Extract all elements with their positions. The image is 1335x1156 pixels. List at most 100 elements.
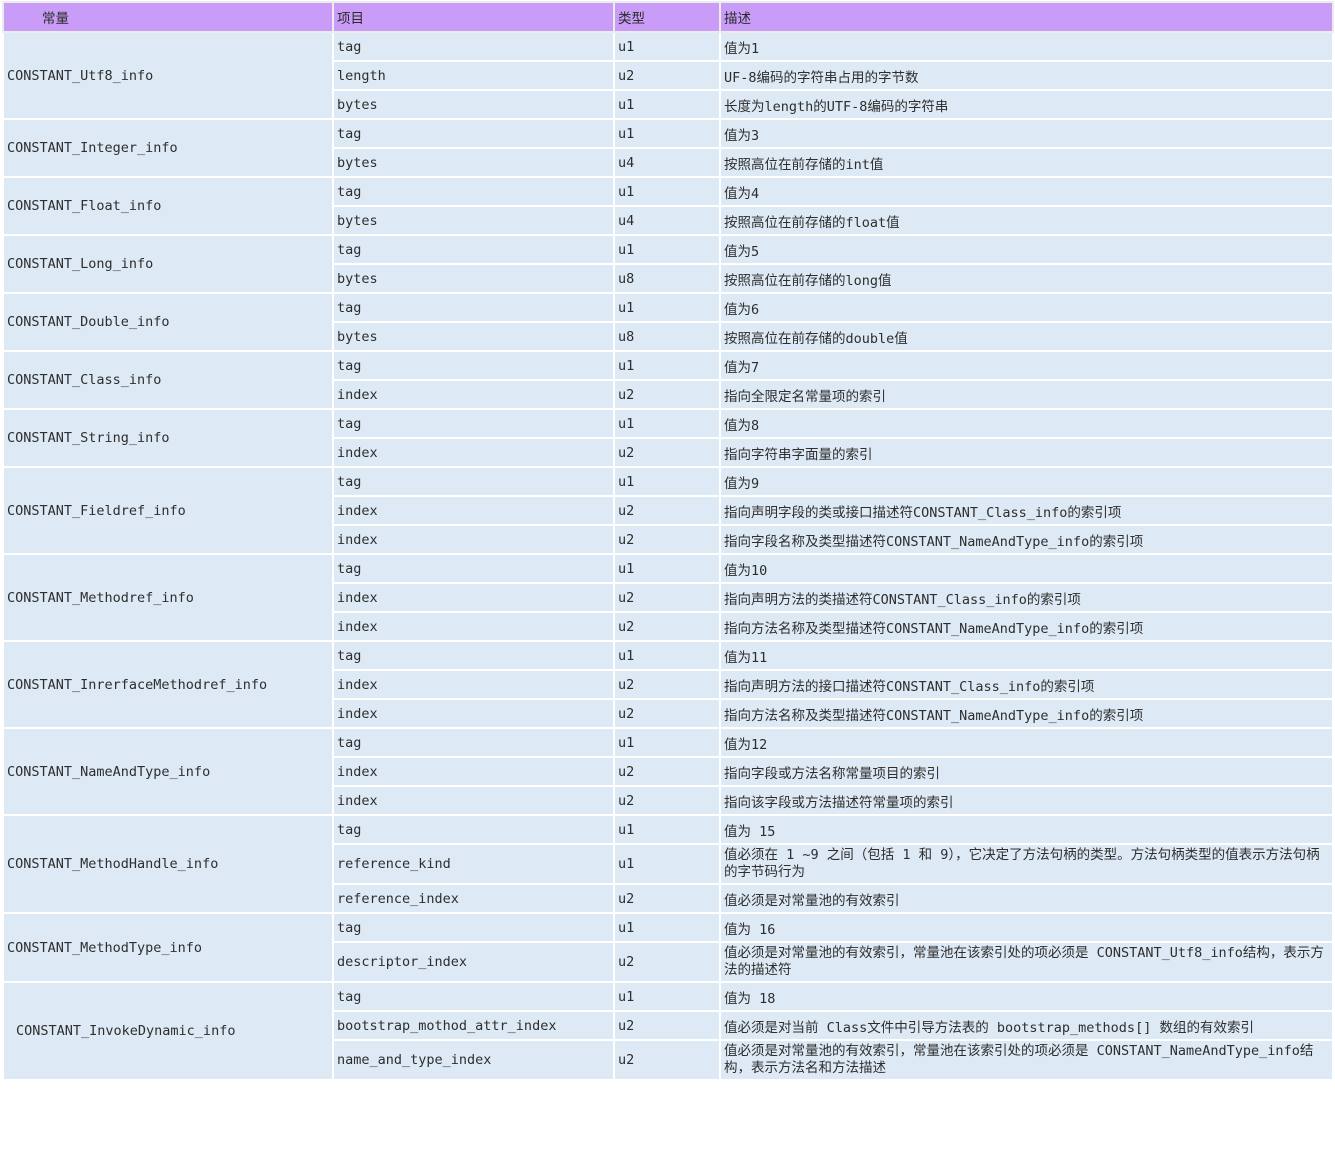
item-cell[interactable]: index: [332, 669, 615, 700]
constant-name-cell[interactable]: CONSTANT_Integer_info: [2, 118, 334, 178]
item-cell[interactable]: tag: [332, 912, 615, 943]
type-cell[interactable]: u2: [613, 1039, 721, 1081]
description-cell[interactable]: 值为12: [719, 727, 1334, 758]
constant-name-cell[interactable]: CONSTANT_InvokeDynamic_info: [2, 981, 334, 1081]
constant-name-cell[interactable]: CONSTANT_Double_info: [2, 292, 334, 352]
header-type[interactable]: 类型: [613, 1, 721, 33]
type-cell[interactable]: u1: [613, 292, 721, 323]
type-cell[interactable]: u1: [613, 31, 721, 62]
item-cell[interactable]: tag: [332, 234, 615, 265]
type-cell[interactable]: u1: [613, 814, 721, 845]
description-cell[interactable]: 指向声明方法的接口描述符CONSTANT_Class_info的索引项: [719, 669, 1334, 700]
description-cell[interactable]: 按照高位在前存储的double值: [719, 321, 1334, 352]
type-cell[interactable]: u2: [613, 611, 721, 642]
type-cell[interactable]: u2: [613, 669, 721, 700]
item-cell[interactable]: tag: [332, 292, 615, 323]
type-cell[interactable]: u1: [613, 350, 721, 381]
item-cell[interactable]: tag: [332, 727, 615, 758]
description-cell[interactable]: 指向声明字段的类或接口描述符CONSTANT_Class_info的索引项: [719, 495, 1334, 526]
item-cell[interactable]: bootstrap_mothod_attr_index: [332, 1010, 615, 1041]
type-cell[interactable]: u1: [613, 843, 721, 885]
description-cell[interactable]: 按照高位在前存储的float值: [719, 205, 1334, 236]
constant-name-cell[interactable]: CONSTANT_MethodHandle_info: [2, 814, 334, 914]
type-cell[interactable]: u2: [613, 941, 721, 983]
type-cell[interactable]: u8: [613, 263, 721, 294]
type-cell[interactable]: u2: [613, 379, 721, 410]
constant-name-cell[interactable]: CONSTANT_MethodType_info: [2, 912, 334, 983]
constant-name-cell[interactable]: CONSTANT_Fieldref_info: [2, 466, 334, 555]
description-cell[interactable]: 指向字段或方法名称常量项目的索引: [719, 756, 1334, 787]
description-cell[interactable]: 值为 15: [719, 814, 1334, 845]
type-cell[interactable]: u4: [613, 147, 721, 178]
item-cell[interactable]: tag: [332, 31, 615, 62]
constant-name-cell[interactable]: CONSTANT_Utf8_info: [2, 31, 334, 120]
item-cell[interactable]: bytes: [332, 205, 615, 236]
description-cell[interactable]: 值为7: [719, 350, 1334, 381]
item-cell[interactable]: tag: [332, 640, 615, 671]
item-cell[interactable]: name_and_type_index: [332, 1039, 615, 1081]
description-cell[interactable]: 值为1: [719, 31, 1334, 62]
description-cell[interactable]: 值为3: [719, 118, 1334, 149]
type-cell[interactable]: u1: [613, 408, 721, 439]
type-cell[interactable]: u2: [613, 437, 721, 468]
description-cell[interactable]: 指向方法名称及类型描述符CONSTANT_NameAndType_info的索引…: [719, 611, 1334, 642]
description-cell[interactable]: 指向全限定名常量项的索引: [719, 379, 1334, 410]
item-cell[interactable]: index: [332, 756, 615, 787]
item-cell[interactable]: index: [332, 611, 615, 642]
description-cell[interactable]: 值为6: [719, 292, 1334, 323]
item-cell[interactable]: index: [332, 524, 615, 555]
type-cell[interactable]: u2: [613, 60, 721, 91]
item-cell[interactable]: reference_index: [332, 883, 615, 914]
item-cell[interactable]: index: [332, 437, 615, 468]
description-cell[interactable]: 值为5: [719, 234, 1334, 265]
item-cell[interactable]: index: [332, 785, 615, 816]
type-cell[interactable]: u2: [613, 524, 721, 555]
item-cell[interactable]: bytes: [332, 321, 615, 352]
description-cell[interactable]: 长度为length的UTF-8编码的字符串: [719, 89, 1334, 120]
item-cell[interactable]: tag: [332, 553, 615, 584]
header-item[interactable]: 项目: [332, 1, 615, 33]
item-cell[interactable]: tag: [332, 466, 615, 497]
description-cell[interactable]: 值为9: [719, 466, 1334, 497]
type-cell[interactable]: u1: [613, 176, 721, 207]
constant-name-cell[interactable]: CONSTANT_Methodref_info: [2, 553, 334, 642]
description-cell[interactable]: 值必须是对当前 Class文件中引导方法表的 bootstrap_methods…: [719, 1010, 1334, 1041]
description-cell[interactable]: 值为10: [719, 553, 1334, 584]
constant-name-cell[interactable]: CONSTANT_Float_info: [2, 176, 334, 236]
item-cell[interactable]: tag: [332, 176, 615, 207]
type-cell[interactable]: u1: [613, 466, 721, 497]
type-cell[interactable]: u2: [613, 495, 721, 526]
item-cell[interactable]: reference_kind: [332, 843, 615, 885]
description-cell[interactable]: 值为 18: [719, 981, 1334, 1012]
type-cell[interactable]: u1: [613, 912, 721, 943]
type-cell[interactable]: u2: [613, 582, 721, 613]
type-cell[interactable]: u2: [613, 1010, 721, 1041]
description-cell[interactable]: 值必须是对常量池的有效索引: [719, 883, 1334, 914]
description-cell[interactable]: 指向该字段或方法描述符常量项的索引: [719, 785, 1334, 816]
header-constant[interactable]: 常量: [2, 1, 334, 33]
description-cell[interactable]: UF-8编码的字符串占用的字节数: [719, 60, 1334, 91]
type-cell[interactable]: u1: [613, 234, 721, 265]
description-cell[interactable]: 值为 16: [719, 912, 1334, 943]
item-cell[interactable]: bytes: [332, 263, 615, 294]
type-cell[interactable]: u1: [613, 118, 721, 149]
type-cell[interactable]: u4: [613, 205, 721, 236]
item-cell[interactable]: index: [332, 698, 615, 729]
type-cell[interactable]: u2: [613, 785, 721, 816]
item-cell[interactable]: tag: [332, 814, 615, 845]
type-cell[interactable]: u8: [613, 321, 721, 352]
constant-name-cell[interactable]: CONSTANT_String_info: [2, 408, 334, 468]
constant-name-cell[interactable]: CONSTANT_Long_info: [2, 234, 334, 294]
item-cell[interactable]: tag: [332, 981, 615, 1012]
item-cell[interactable]: tag: [332, 350, 615, 381]
type-cell[interactable]: u2: [613, 756, 721, 787]
type-cell[interactable]: u2: [613, 698, 721, 729]
description-cell[interactable]: 指向字符串字面量的索引: [719, 437, 1334, 468]
type-cell[interactable]: u1: [613, 981, 721, 1012]
item-cell[interactable]: bytes: [332, 89, 615, 120]
type-cell[interactable]: u1: [613, 89, 721, 120]
item-cell[interactable]: descriptor_index: [332, 941, 615, 983]
description-cell[interactable]: 值为8: [719, 408, 1334, 439]
item-cell[interactable]: bytes: [332, 147, 615, 178]
item-cell[interactable]: tag: [332, 118, 615, 149]
